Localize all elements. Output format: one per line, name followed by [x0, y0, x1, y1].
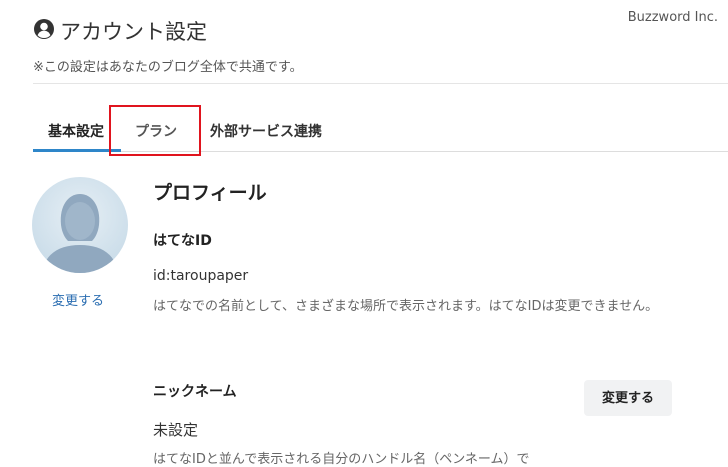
- plan-tab-highlight: [109, 105, 201, 156]
- watermark: Buzzword Inc.: [627, 10, 718, 25]
- tab-external-services[interactable]: 外部サービス連携: [210, 121, 322, 141]
- nickname-description: はてなIDと並んで表示される自分のハンドル名（ペンネーム）で: [153, 452, 530, 467]
- hatena-id-label: はてなID: [153, 233, 212, 249]
- user-circle-icon: [34, 19, 54, 39]
- page-title: アカウント設定: [60, 20, 207, 44]
- nickname-change-button[interactable]: 変更する: [584, 380, 672, 416]
- profile-section-title: プロフィール: [153, 182, 267, 204]
- default-avatar-icon: [32, 177, 128, 273]
- header-divider: [33, 83, 728, 84]
- avatar[interactable]: [32, 177, 128, 273]
- page-subtitle: ※この設定はあなたのブログ全体で共通です。: [33, 60, 303, 75]
- avatar-change-link[interactable]: 変更する: [52, 290, 104, 309]
- hatena-id-description: はてなでの名前として、さまざまな場所で表示されます。はてなIDは変更できません。: [153, 299, 659, 314]
- nickname-value: 未設定: [153, 421, 199, 439]
- nickname-label: ニックネーム: [153, 384, 237, 400]
- tab-basic-settings[interactable]: 基本設定: [48, 121, 104, 141]
- hatena-id-value: id:taroupaper: [153, 268, 249, 284]
- active-tab-indicator: [33, 149, 121, 152]
